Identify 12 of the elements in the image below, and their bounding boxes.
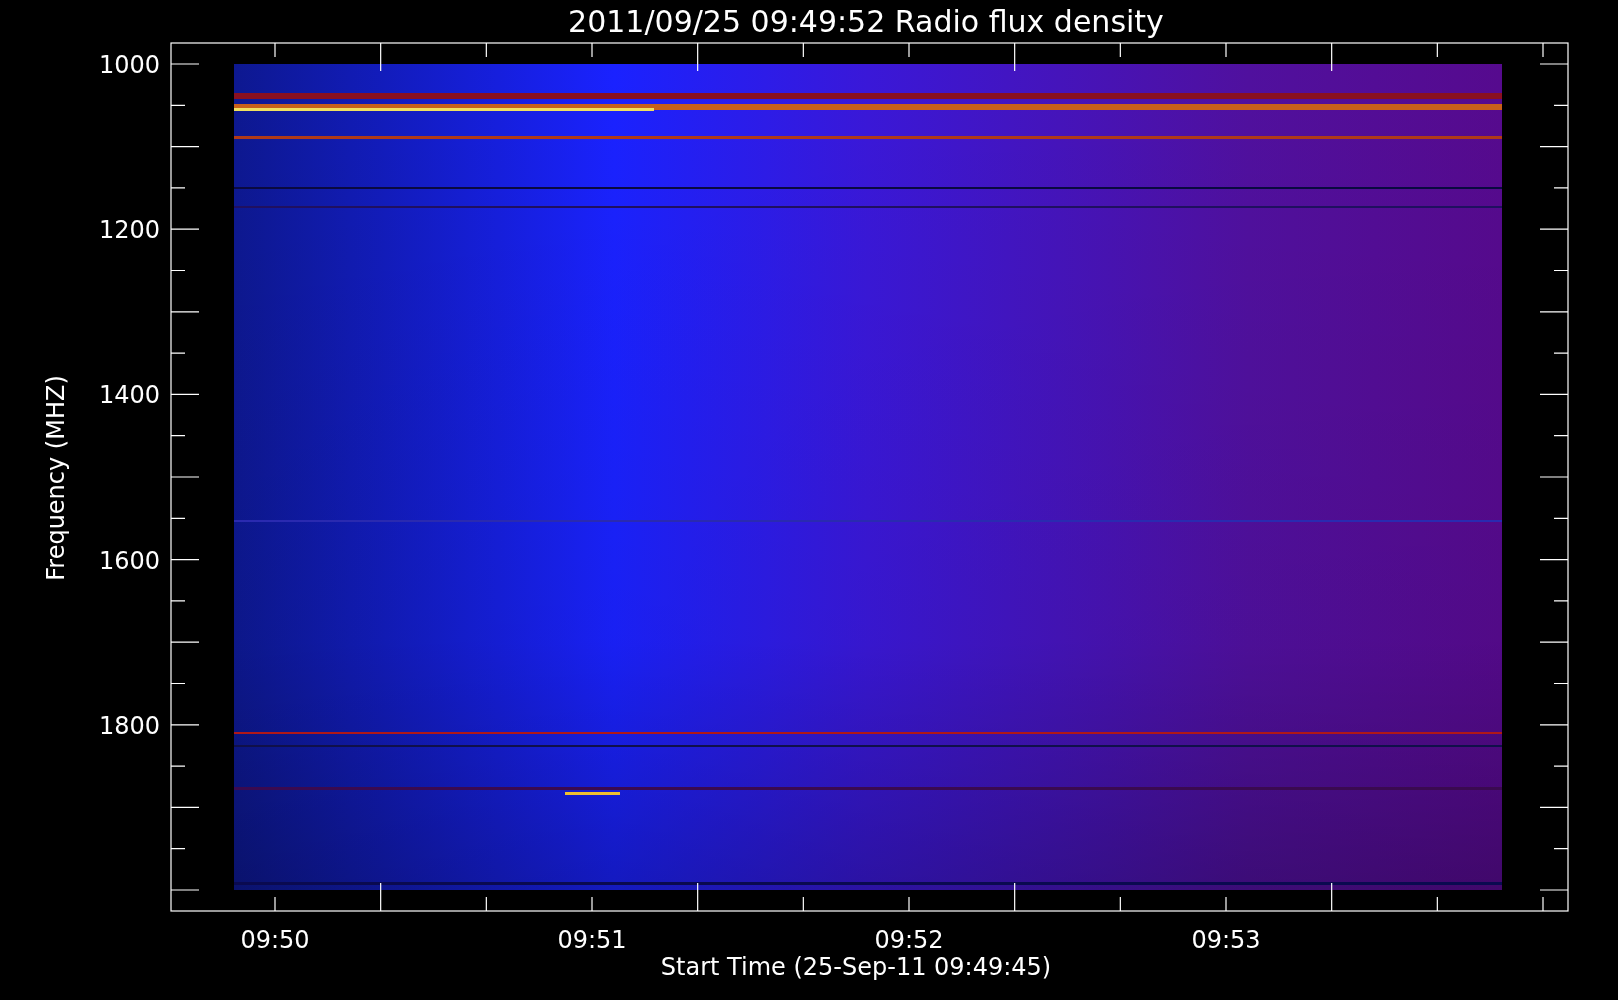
x-tick-label: 09:52 [874, 926, 944, 954]
x-tick-label: 09:50 [240, 926, 310, 954]
y-tick-label: 1400 [98, 381, 160, 410]
x-tick-label: 09:53 [1191, 926, 1261, 954]
chart-title: 2011/09/25 09:49:52 Radio flux density [568, 4, 1164, 39]
y-tick-label: 1600 [98, 546, 160, 575]
y-tick-label: 1200 [98, 216, 160, 245]
x-tick-label: 09:51 [557, 926, 627, 954]
x-axis-label: Start Time (25-Sep-11 09:49:45) [660, 953, 1052, 981]
y-tick-label: 1000 [98, 51, 160, 79]
y-axis-label: Frequency (MHZ) [42, 375, 70, 581]
y-tick-label: 1800 [98, 711, 160, 740]
